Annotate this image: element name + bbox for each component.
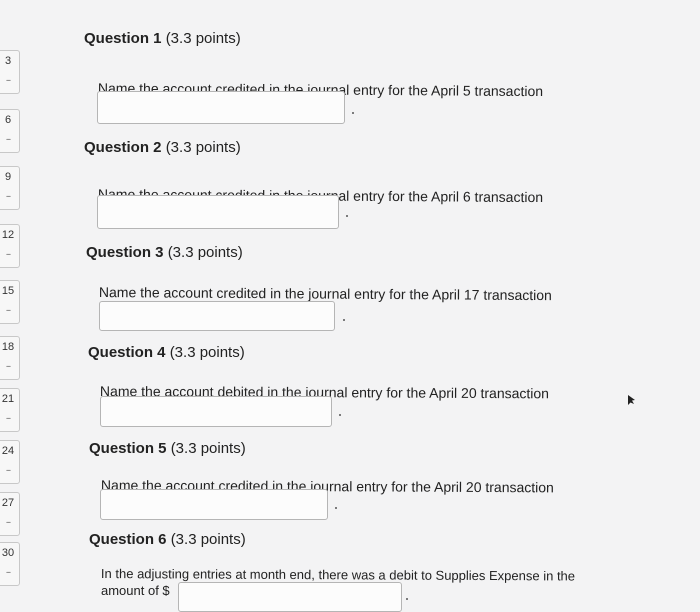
nav-item-27[interactable]: 27 -- (0, 492, 20, 536)
input-indicator (339, 414, 341, 416)
nav-item-number: 30 (1, 547, 15, 559)
question-points: (3.3 points) (165, 30, 241, 47)
nav-item-number: 15 (1, 285, 15, 297)
nav-item-status: -- (6, 191, 11, 201)
nav-item-number: 21 (1, 393, 15, 405)
nav-item-12[interactable]: 12 -- (0, 224, 20, 268)
nav-item-number: 9 (4, 171, 12, 183)
question-6-prompt-line-2: amount of $ (101, 583, 170, 598)
question-points: (3.3 points) (170, 531, 246, 548)
question-4-answer-input[interactable] (100, 396, 332, 427)
question-6-title: Question 6 (3.3 points) (89, 531, 246, 548)
nav-item-status: -- (6, 517, 11, 527)
question-5-answer-input[interactable] (100, 489, 328, 520)
question-6-prompt-line-1: In the adjusting entries at month end, t… (100, 566, 576, 584)
question-points: (3.3 points) (170, 440, 246, 457)
nav-item-status: -- (6, 75, 11, 85)
question-points: (3.3 points) (167, 244, 243, 261)
input-indicator (406, 598, 408, 600)
question-1-title: Question 1 (3.3 points) (84, 30, 241, 47)
question-3-answer-input[interactable] (99, 301, 335, 331)
question-5-title: Question 5 (3.3 points) (89, 440, 246, 457)
nav-item-status: -- (6, 249, 11, 259)
nav-item-6[interactable]: 6 -- (0, 109, 20, 153)
nav-item-21[interactable]: 21 -- (0, 388, 20, 432)
nav-item-30[interactable]: 30 -- (0, 542, 20, 586)
nav-item-number: 18 (1, 341, 15, 353)
question-points: (3.3 points) (169, 344, 245, 361)
question-3-title: Question 3 (3.3 points) (86, 244, 243, 261)
nav-item-number: 12 (1, 229, 15, 241)
nav-item-status: -- (6, 567, 11, 577)
question-6-amount-input[interactable] (178, 582, 402, 612)
question-number: Question 4 (88, 344, 166, 361)
question-2-title: Question 2 (3.3 points) (84, 139, 241, 156)
nav-item-number: 6 (4, 114, 12, 126)
nav-item-number: 24 (1, 445, 15, 457)
question-number: Question 3 (86, 244, 164, 261)
mouse-cursor-icon (628, 395, 635, 405)
nav-item-18[interactable]: 18 -- (0, 336, 20, 380)
nav-item-status: -- (6, 361, 11, 371)
input-indicator (346, 215, 348, 217)
question-number: Question 5 (89, 440, 167, 457)
question-1-answer-input[interactable] (97, 91, 345, 124)
nav-item-status: -- (6, 134, 11, 144)
nav-item-9[interactable]: 9 -- (0, 166, 20, 210)
nav-item-15[interactable]: 15 -- (0, 280, 20, 324)
nav-item-number: 27 (1, 497, 15, 509)
question-number: Question 6 (89, 531, 167, 548)
nav-item-24[interactable]: 24 -- (0, 440, 20, 484)
question-4-title: Question 4 (3.3 points) (88, 344, 245, 361)
input-indicator (343, 319, 345, 321)
question-number: Question 2 (84, 139, 162, 156)
input-indicator (335, 507, 337, 509)
question-points: (3.3 points) (165, 139, 241, 156)
input-indicator (352, 112, 354, 114)
question-number: Question 1 (84, 30, 162, 47)
nav-item-status: -- (6, 465, 11, 475)
nav-item-status: -- (6, 413, 11, 423)
nav-item-3[interactable]: 3 -- (0, 50, 20, 94)
question-2-answer-input[interactable] (97, 195, 339, 229)
nav-item-number: 3 (4, 55, 12, 67)
nav-item-status: -- (6, 305, 11, 315)
